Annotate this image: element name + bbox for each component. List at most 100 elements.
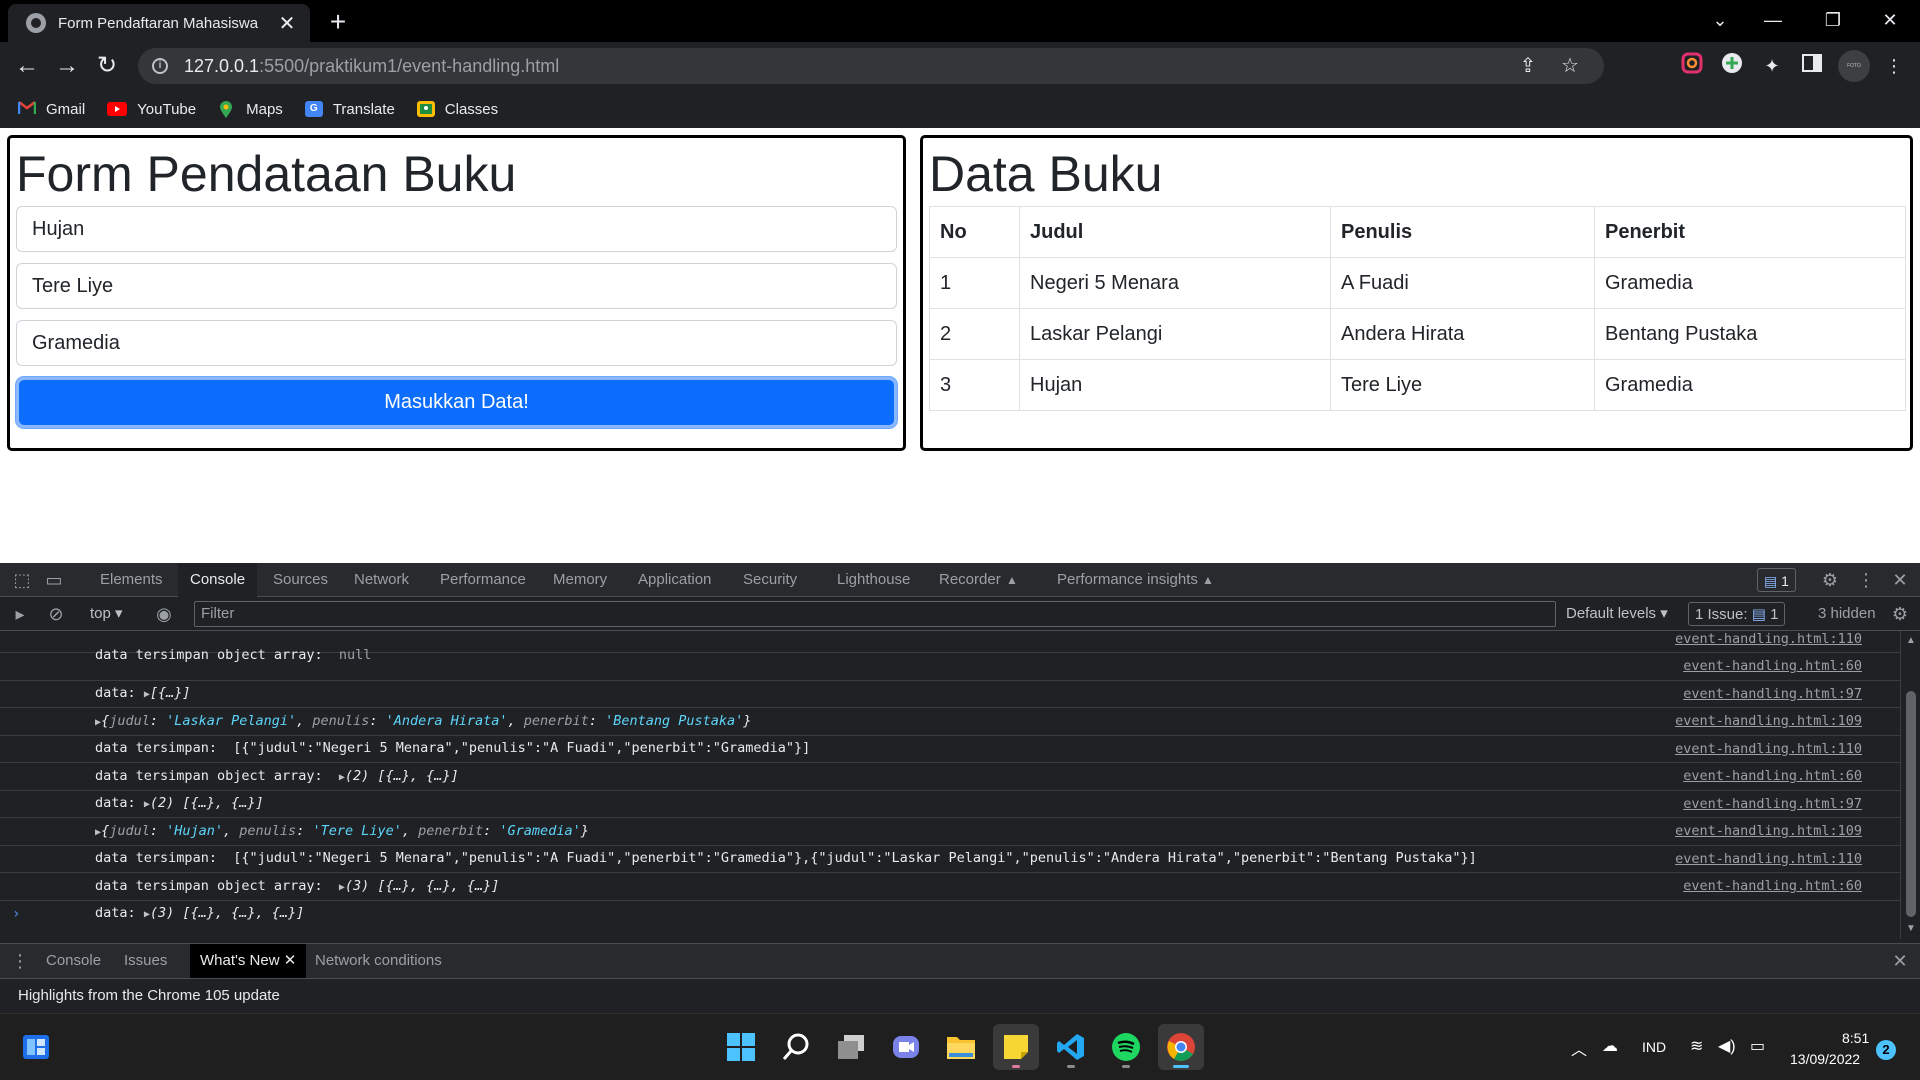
address-bar[interactable]: i 127.0.0.1:5500/praktikum1/event-handli… bbox=[138, 48, 1604, 84]
source-link[interactable]: event-handling.html:60 bbox=[1683, 653, 1862, 680]
show-hidden-icons-chevron[interactable]: ︿ bbox=[1571, 1036, 1587, 1060]
drawer-tab-whats-new[interactable]: What's New ✕ bbox=[190, 944, 307, 978]
scroll-up-icon[interactable]: ▲ bbox=[1901, 635, 1920, 646]
scrollbar-thumb[interactable] bbox=[1906, 691, 1916, 917]
cell-penulis: Tere Liye bbox=[1330, 359, 1595, 411]
console-settings-icon[interactable]: ⚙ bbox=[1886, 597, 1914, 631]
sidebar-toggle-icon[interactable]: ▸ bbox=[6, 597, 34, 631]
tab-close-button[interactable]: ✕ bbox=[276, 11, 298, 36]
close-devtools-icon[interactable]: ✕ bbox=[1886, 563, 1914, 597]
judul-input[interactable]: Hujan bbox=[16, 206, 897, 252]
instagram-extension-icon[interactable] bbox=[1678, 52, 1706, 80]
close-drawer-icon[interactable]: ✕ bbox=[1886, 944, 1914, 978]
source-link[interactable]: event-handling.html:109 bbox=[1675, 818, 1862, 845]
tab-performance-insights[interactable]: Performance insights bbox=[1057, 563, 1198, 597]
bookmark-classes[interactable]: Classes bbox=[416, 101, 498, 118]
tab-memory[interactable]: Memory bbox=[553, 563, 607, 597]
source-link[interactable]: event-handling.html:60 bbox=[1683, 873, 1862, 900]
battery-icon[interactable]: ▭ bbox=[1750, 1036, 1765, 1056]
new-tab-button[interactable]: + bbox=[322, 6, 354, 38]
tab-application[interactable]: Application bbox=[638, 563, 711, 597]
search-icon[interactable] bbox=[773, 1024, 819, 1070]
extensions-puzzle-icon[interactable]: ✦ bbox=[1758, 52, 1786, 80]
close-window-button[interactable]: ✕ bbox=[1862, 0, 1918, 42]
profile-avatar[interactable]: FOTO PROFIL bbox=[1838, 50, 1870, 101]
cell-penerbit: Gramedia bbox=[1594, 359, 1906, 411]
tab-network[interactable]: Network bbox=[354, 563, 409, 597]
source-link[interactable]: event-handling.html:97 bbox=[1683, 681, 1862, 708]
input-language[interactable]: IND bbox=[1642, 1039, 1666, 1055]
cell-judul: Laskar Pelangi bbox=[1019, 308, 1331, 360]
tab-elements[interactable]: Elements bbox=[100, 563, 163, 597]
tab-sources[interactable]: Sources bbox=[273, 563, 328, 597]
cell-penerbit: Gramedia bbox=[1594, 257, 1906, 309]
source-link[interactable]: event-handling.html:110 bbox=[1675, 736, 1862, 763]
scroll-down-icon[interactable]: ▼ bbox=[1901, 923, 1920, 934]
task-view-icon[interactable] bbox=[828, 1024, 874, 1070]
drawer-tab-network-conditions[interactable]: Network conditions bbox=[315, 944, 442, 978]
cell-penulis: A Fuadi bbox=[1330, 257, 1595, 309]
browser-tab[interactable]: Form Pendaftaran Mahasiswa ✕ bbox=[8, 4, 310, 42]
issues-button[interactable]: 1 Issue: ▤ 1 bbox=[1688, 602, 1786, 626]
tab-performance[interactable]: Performance bbox=[440, 563, 526, 597]
device-toolbar-icon[interactable]: ▭ bbox=[40, 563, 68, 597]
reload-icon[interactable]: ↻ bbox=[90, 50, 124, 84]
restore-button[interactable]: ❐ bbox=[1805, 0, 1861, 42]
side-panel-icon[interactable] bbox=[1798, 52, 1826, 80]
sticky-notes-icon[interactable] bbox=[993, 1024, 1039, 1070]
share-icon[interactable]: ⇪ bbox=[1510, 48, 1546, 84]
filter-input[interactable]: Filter bbox=[194, 601, 1556, 627]
spotify-icon[interactable] bbox=[1103, 1024, 1149, 1070]
penerbit-input[interactable]: Gramedia bbox=[16, 320, 897, 366]
source-link[interactable]: event-handling.html:110 bbox=[1675, 631, 1862, 647]
volume-icon[interactable]: ◀) bbox=[1718, 1036, 1736, 1056]
bookmark-maps[interactable]: Maps bbox=[218, 101, 283, 118]
tab-recorder[interactable]: Recorder bbox=[939, 563, 1001, 597]
source-link[interactable]: event-handling.html:97 bbox=[1683, 791, 1862, 818]
file-explorer-icon[interactable] bbox=[938, 1024, 984, 1070]
context-selector[interactable]: top ▾ bbox=[90, 597, 123, 631]
settings-gear-icon[interactable]: ⚙ bbox=[1816, 563, 1844, 597]
penulis-input[interactable]: Tere Liye bbox=[16, 263, 897, 309]
notification-badge[interactable]: 2 bbox=[1876, 1040, 1896, 1060]
clear-console-icon[interactable]: ⊘ bbox=[42, 597, 70, 631]
messages-badge[interactable]: ▤ 1 bbox=[1757, 568, 1796, 592]
submit-button[interactable]: Masukkan Data! bbox=[16, 377, 897, 428]
tab-console[interactable]: Console bbox=[178, 563, 258, 597]
bookmark-gmail[interactable]: Gmail bbox=[17, 101, 85, 118]
tab-lighthouse[interactable]: Lighthouse bbox=[837, 563, 910, 597]
clock-date[interactable]: 13/09/2022 bbox=[1790, 1051, 1860, 1067]
inspect-element-icon[interactable]: ⬚ bbox=[8, 563, 36, 597]
default-levels-dropdown[interactable]: Default levels ▾ bbox=[1566, 597, 1668, 631]
bookmark-star-icon[interactable]: ☆ bbox=[1552, 48, 1588, 84]
source-link[interactable]: event-handling.html:60 bbox=[1683, 763, 1862, 790]
clock-time[interactable]: 8:51 bbox=[1842, 1030, 1869, 1046]
start-windows-icon[interactable] bbox=[718, 1024, 764, 1070]
drawer-menu-icon[interactable]: ⋮ bbox=[6, 944, 34, 978]
tab-search-icon[interactable]: ⌄ bbox=[1692, 0, 1748, 42]
minimize-button[interactable]: — bbox=[1745, 0, 1801, 42]
source-link[interactable]: event-handling.html:109 bbox=[1675, 708, 1862, 735]
tab-security[interactable]: Security bbox=[743, 563, 797, 597]
back-icon[interactable]: ← bbox=[10, 50, 44, 84]
source-link[interactable]: event-handling.html:110 bbox=[1675, 846, 1862, 873]
drawer-tab-issues[interactable]: Issues bbox=[124, 944, 167, 978]
teams-chat-icon[interactable] bbox=[883, 1024, 929, 1070]
wifi-icon[interactable]: ≋ bbox=[1690, 1036, 1703, 1056]
widgets-icon[interactable] bbox=[13, 1024, 59, 1070]
chrome-icon[interactable] bbox=[1158, 1024, 1204, 1070]
site-info-icon[interactable]: i bbox=[152, 58, 168, 74]
console-scrollbar[interactable]: ▲ ▼ bbox=[1900, 631, 1920, 939]
books-table: No Judul Penulis Penerbit 1 Negeri 5 Men… bbox=[929, 206, 1906, 411]
forward-icon[interactable]: → bbox=[50, 50, 84, 84]
live-expression-eye-icon[interactable]: ◉ bbox=[150, 597, 178, 631]
drawer-tab-console[interactable]: Console bbox=[46, 944, 101, 978]
onedrive-cloud-icon[interactable]: ☁ bbox=[1602, 1036, 1618, 1056]
bookmark-youtube[interactable]: YouTube bbox=[107, 101, 196, 118]
close-tab-icon[interactable]: ✕ bbox=[284, 952, 297, 969]
devtools-menu-icon[interactable]: ⋮ bbox=[1852, 563, 1880, 597]
vscode-icon[interactable] bbox=[1048, 1024, 1094, 1070]
bookmark-translate[interactable]: G Translate bbox=[304, 101, 395, 118]
add-extension-icon[interactable] bbox=[1718, 52, 1746, 80]
menu-kebab-icon[interactable]: ⋮ bbox=[1880, 52, 1908, 80]
